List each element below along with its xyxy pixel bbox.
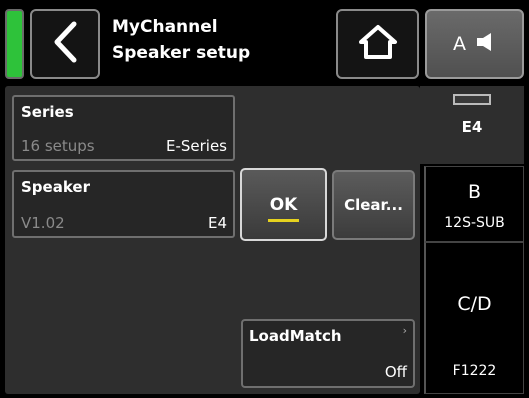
home-button[interactable]	[336, 9, 419, 79]
series-selector[interactable]: Series 16 setups E-Series	[12, 95, 235, 161]
loadmatch-button[interactable]: LoadMatch › Off	[241, 319, 415, 388]
channel-select-button[interactable]: A	[425, 9, 524, 79]
channel-letter: A	[453, 33, 466, 55]
channel-tab-cd-model: F1222	[452, 363, 497, 379]
channel-tab-b-letter: B	[467, 181, 482, 203]
back-button[interactable]	[30, 9, 100, 79]
channel-tab-b[interactable]: B 12S-SUB	[424, 166, 524, 242]
loadmatch-value: Off	[384, 363, 407, 381]
speaker-selector[interactable]: Speaker V1.02 E4	[12, 170, 235, 238]
series-title: Series	[21, 103, 74, 121]
speaker-value: E4	[207, 214, 227, 232]
series-value: E-Series	[165, 137, 227, 155]
status-indicator	[5, 9, 24, 79]
ok-button[interactable]: OK	[240, 168, 327, 241]
ok-button-label: OK	[267, 194, 299, 222]
page-subtitle: Speaker setup	[112, 43, 251, 63]
clear-button[interactable]: Clear...	[332, 170, 415, 240]
chevron-right-icon: ›	[402, 324, 407, 337]
header-title-block: MyChannel Speaker setup	[112, 14, 250, 66]
series-count: 16 setups	[21, 137, 95, 155]
channel-tab-cd[interactable]: C/D F1222	[424, 242, 524, 394]
channel-level-indicator	[453, 94, 491, 105]
speaker-version: V1.02	[21, 214, 65, 232]
channel-tab-a[interactable]: E4	[420, 86, 524, 164]
speaker-icon	[476, 32, 496, 56]
channel-tab-a-label: E4	[461, 118, 483, 136]
clear-button-label: Clear...	[344, 196, 403, 214]
speaker-title: Speaker	[21, 178, 90, 196]
page-title: MyChannel	[112, 17, 218, 37]
loadmatch-title: LoadMatch	[249, 327, 342, 345]
home-icon	[358, 24, 398, 64]
channel-tab-cd-letter: C/D	[457, 293, 492, 315]
speaker-setup-screen: MyChannel Speaker setup A Series 16 setu…	[0, 0, 529, 398]
channel-tab-b-model: 12S-SUB	[444, 215, 505, 231]
chevron-left-icon	[52, 21, 78, 67]
